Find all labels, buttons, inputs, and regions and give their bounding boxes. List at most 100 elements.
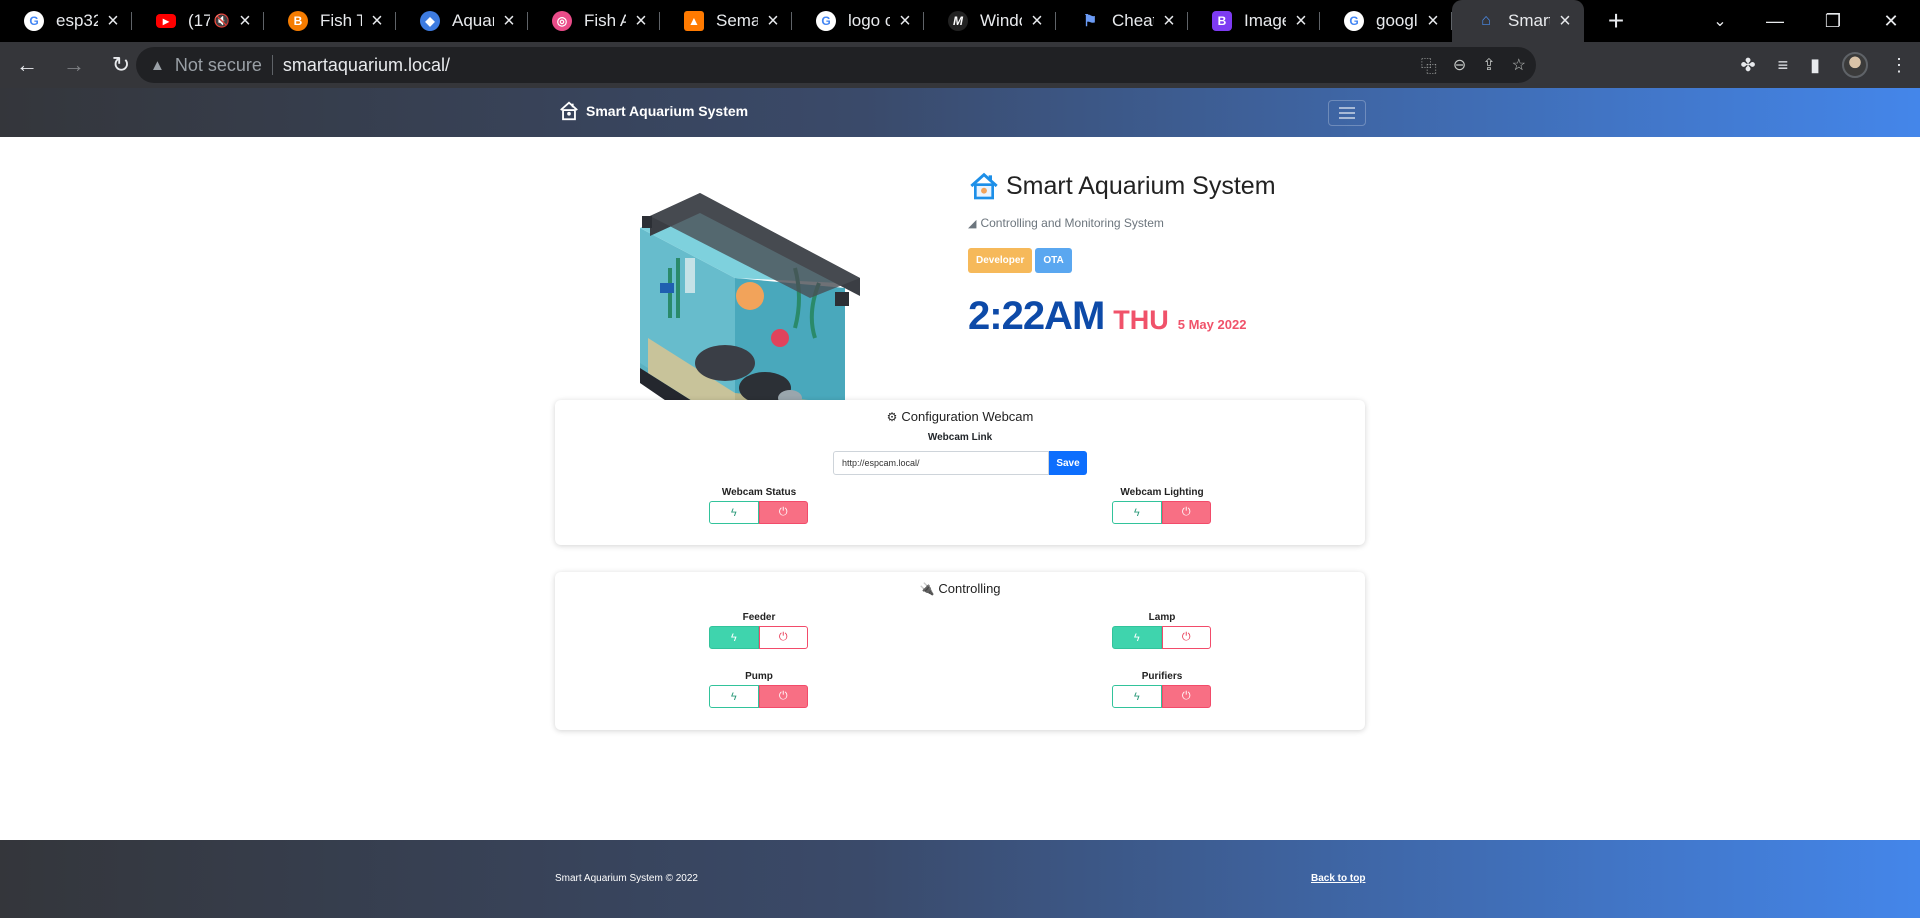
browser-tab-active[interactable]: ⌂ Smart A × — [1452, 0, 1584, 42]
browser-toolbar: ← → ↻ ▲ Not secure smartaquarium.local/ … — [0, 42, 1920, 88]
lightning-icon: ϟ — [1133, 506, 1140, 519]
zoom-icon[interactable]: ⊖ — [1453, 55, 1466, 75]
side-panel-icon[interactable]: ▮ — [1810, 55, 1820, 76]
security-label[interactable]: Not secure — [175, 55, 262, 76]
developer-badge[interactable]: Developer — [968, 248, 1033, 273]
browser-tab[interactable]: ◎ Fish Aq × — [528, 0, 660, 42]
toolbar-actions: ✤ ≡ ▮ ⋮ — [1740, 42, 1908, 88]
config-webcam-card: ⚙ Configuration Webcam Webcam Link Save … — [555, 400, 1365, 545]
close-tab-icon[interactable]: × — [1160, 10, 1178, 33]
feeder-toggle: ϟ ⏻ — [709, 626, 808, 649]
smart-home-icon — [970, 172, 998, 200]
hamburger-line — [1339, 112, 1355, 114]
webcam-status-off-button[interactable]: ⏻ — [758, 501, 808, 524]
warning-icon[interactable]: ▲ — [150, 57, 165, 74]
close-tab-icon[interactable]: × — [764, 10, 782, 33]
purifiers-label: Purifiers — [1141, 671, 1183, 682]
hamburger-line — [1339, 117, 1355, 119]
back-icon[interactable]: ← — [7, 45, 47, 85]
webcam-lighting-off-button[interactable]: ⏻ — [1161, 501, 1211, 524]
smart-home-icon: ⌂ — [1481, 12, 1491, 29]
omnibox-actions: ⿻ ⊖ ⇪ ☆ — [1421, 47, 1526, 83]
browser-tab[interactable]: B Images × — [1188, 0, 1320, 42]
window-controls: — ❐ ✕ — [1746, 0, 1920, 42]
ota-badge[interactable]: OTA — [1035, 248, 1072, 273]
browser-tab[interactable]: G google × — [1320, 0, 1452, 42]
feeder-on-button[interactable]: ϟ — [709, 626, 759, 649]
power-icon: ⏻ — [778, 506, 788, 518]
share-icon[interactable]: ⇪ — [1482, 55, 1495, 75]
lamp-label: Lamp — [1148, 612, 1176, 623]
pump-off-button[interactable]: ⏻ — [758, 685, 808, 708]
menu-icon[interactable]: ⋮ — [1890, 55, 1908, 76]
medium-icon: M — [948, 11, 968, 31]
purifiers-off-button[interactable]: ⏻ — [1161, 685, 1211, 708]
youtube-icon: ▶ — [156, 14, 176, 28]
tab-search-icon[interactable]: ⌄ — [1702, 0, 1738, 42]
close-tab-icon[interactable]: × — [500, 10, 518, 33]
clock-date: 5 May 2022 — [1177, 317, 1247, 332]
close-tab-icon[interactable]: × — [1292, 10, 1310, 33]
flag-icon: ⚑ — [1082, 13, 1098, 30]
bookmark-star-icon[interactable]: ☆ — [1512, 55, 1526, 75]
google-icon: G — [1344, 11, 1364, 31]
browser-tab[interactable]: B Fish Tan × — [264, 0, 396, 42]
close-tab-icon[interactable]: × — [1424, 10, 1442, 33]
browser-tab[interactable]: ▲ Semar l × — [660, 0, 792, 42]
dribbble-icon: ◎ — [552, 11, 572, 31]
media-control-icon[interactable]: ≡ — [1778, 55, 1789, 76]
browser-tab[interactable]: G logo ch × — [792, 0, 924, 42]
close-tab-icon[interactable]: × — [236, 10, 254, 33]
webcam-lighting-on-button[interactable]: ϟ — [1112, 501, 1162, 524]
extensions-icon[interactable]: ✤ — [1740, 55, 1755, 76]
speaker-muted-icon[interactable]: 🔇 — [214, 13, 230, 29]
reload-icon[interactable]: ↻ — [101, 45, 141, 85]
avatar[interactable] — [1842, 52, 1868, 78]
browser-tab[interactable]: ◆ Aquariu × — [396, 0, 528, 42]
divider — [271, 55, 273, 75]
forward-icon[interactable]: → — [54, 45, 94, 85]
power-icon: ⏻ — [1181, 506, 1191, 518]
new-tab-button[interactable]: + — [1596, 0, 1636, 42]
lamp-off-button[interactable]: ⏻ — [1161, 626, 1211, 649]
tab-label: logo ch — [848, 11, 890, 30]
webcam-status-on-button[interactable]: ϟ — [709, 501, 759, 524]
navbar-brand[interactable]: Smart Aquarium System — [558, 100, 748, 122]
back-to-top-link[interactable]: Back to top — [1311, 873, 1365, 884]
purifiers-on-button[interactable]: ϟ — [1112, 685, 1162, 708]
minimize-icon[interactable]: — — [1746, 0, 1804, 42]
power-icon: ⏻ — [1181, 690, 1191, 702]
address-bar[interactable]: ▲ Not secure smartaquarium.local/ ⿻ ⊖ ⇪ … — [136, 47, 1536, 83]
page-subtitle: ◢ Controlling and Monitoring System — [968, 216, 1164, 230]
browser-tab[interactable]: G esp32ca × — [0, 0, 132, 42]
translate-icon[interactable]: ⿻ — [1421, 53, 1437, 77]
url-text[interactable]: smartaquarium.local/ — [283, 55, 450, 76]
close-tab-icon[interactable]: × — [896, 10, 914, 33]
close-window-icon[interactable]: ✕ — [1862, 0, 1920, 42]
close-tab-icon[interactable]: × — [1028, 10, 1046, 33]
lamp-on-button[interactable]: ϟ — [1112, 626, 1162, 649]
power-icon: ⏻ — [778, 690, 788, 702]
navbar-toggler-button[interactable] — [1328, 100, 1366, 126]
tab-label: (174 — [188, 11, 210, 30]
webcam-link-input[interactable] — [833, 451, 1049, 475]
pump-label: Pump — [745, 671, 773, 682]
google-icon: G — [24, 11, 44, 31]
close-tab-icon[interactable]: × — [632, 10, 650, 33]
close-tab-icon[interactable]: × — [1556, 10, 1574, 33]
browser-tab[interactable]: ▶ (174 🔇 × — [132, 0, 264, 42]
card-title: 🔌 Controlling — [555, 581, 1365, 596]
browser-tab[interactable]: ⚑ Cheatsh × — [1056, 0, 1188, 42]
footer-copyright: Smart Aquarium System © 2022 — [555, 873, 698, 884]
save-button[interactable]: Save — [1049, 451, 1087, 475]
restore-icon[interactable]: ❐ — [1804, 0, 1862, 42]
webcam-link-label: Webcam Link — [927, 432, 993, 443]
feeder-off-button[interactable]: ⏻ — [758, 626, 808, 649]
tab-label: Fish Aq — [584, 11, 626, 30]
lamp-toggle: ϟ ⏻ — [1112, 626, 1211, 649]
browser-tab[interactable]: M Window × — [924, 0, 1056, 42]
card-title: ⚙ Configuration Webcam — [555, 409, 1365, 424]
close-tab-icon[interactable]: × — [104, 10, 122, 33]
close-tab-icon[interactable]: × — [368, 10, 386, 33]
pump-on-button[interactable]: ϟ — [709, 685, 759, 708]
